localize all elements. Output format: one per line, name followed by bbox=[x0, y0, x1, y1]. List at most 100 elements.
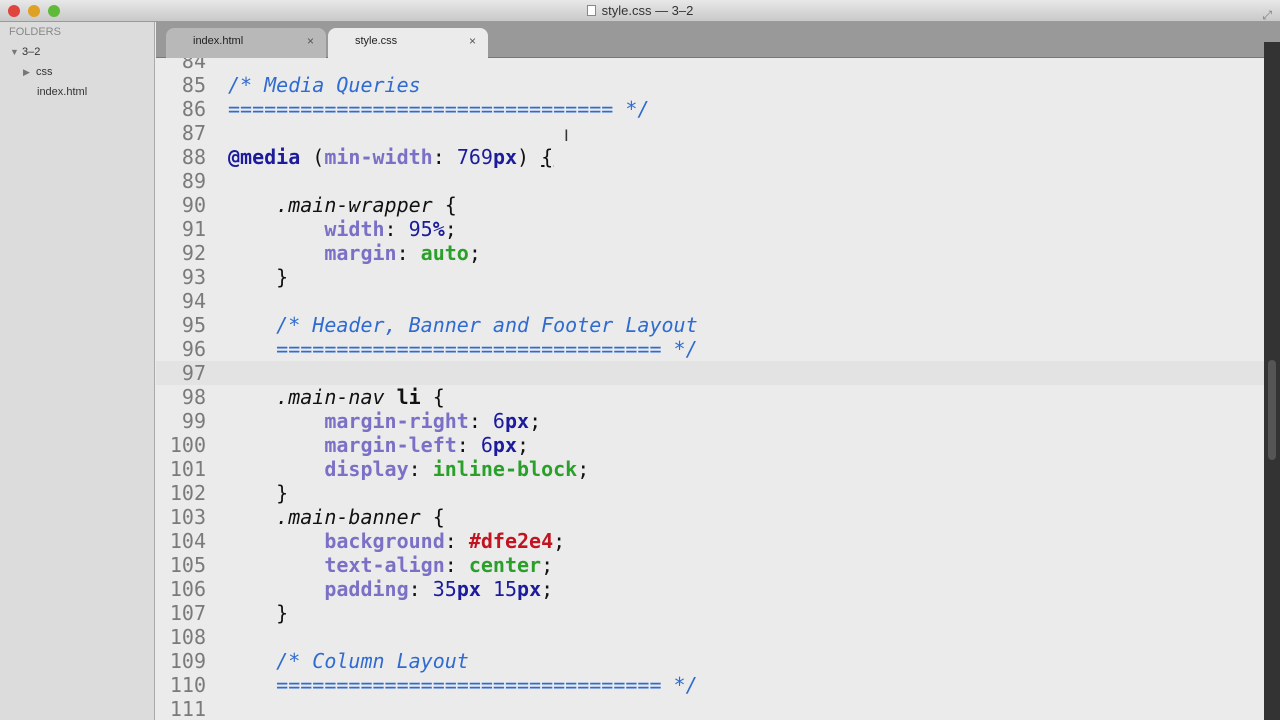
code-token: : bbox=[444, 553, 469, 577]
code-token: : bbox=[384, 217, 409, 241]
code-line[interactable]: 89 bbox=[156, 169, 1264, 193]
folder-3-2[interactable]: ▼ 3–2 bbox=[0, 42, 154, 62]
close-window-button[interactable] bbox=[8, 5, 20, 17]
code-text: margin-left: 6px; bbox=[228, 433, 529, 457]
code-line[interactable]: 104 background: #dfe2e4; bbox=[156, 529, 1264, 553]
code-line[interactable]: 99 margin-right: 6px; bbox=[156, 409, 1264, 433]
code-line[interactable]: 92 margin: auto; bbox=[156, 241, 1264, 265]
line-number: 108 bbox=[169, 625, 206, 649]
code-token: margin bbox=[324, 241, 397, 265]
code-line[interactable]: 95 /* Header, Banner and Footer Layout bbox=[156, 313, 1264, 337]
line-number: 103 bbox=[169, 505, 206, 529]
code-editor[interactable]: 84 85 /* Media Queries 86 ==================… bbox=[156, 58, 1264, 720]
code-line[interactable]: 108 bbox=[156, 625, 1264, 649]
line-number: 100 bbox=[169, 433, 206, 457]
code-text: /* Header, Banner and Footer Layout bbox=[228, 313, 697, 337]
code-token: 15 bbox=[492, 577, 518, 601]
vertical-scrollbar[interactable] bbox=[1264, 42, 1280, 720]
line-number: 105 bbox=[169, 553, 206, 577]
code-line[interactable]: 96 ================================ */ bbox=[156, 337, 1264, 361]
code-line[interactable]: 90 .main-wrapper { bbox=[156, 193, 1264, 217]
code-token: px bbox=[492, 145, 518, 169]
code-token: width bbox=[324, 217, 385, 241]
folders-header: FOLDERS bbox=[9, 26, 61, 38]
code-text: } bbox=[228, 601, 288, 625]
code-line[interactable]: 101 display: inline-block; bbox=[156, 457, 1264, 481]
code-token: { bbox=[432, 193, 457, 217]
code-line[interactable]: 97 bbox=[156, 361, 1264, 385]
code-token: display bbox=[324, 457, 409, 481]
code-token: ; bbox=[444, 217, 457, 241]
code-token: 35 bbox=[432, 577, 457, 601]
folder-css[interactable]: ▶ css bbox=[0, 62, 154, 82]
code-token: text-align bbox=[324, 553, 445, 577]
code-token: .main-banner bbox=[276, 505, 421, 529]
tab-style-css[interactable]: style.css × bbox=[328, 28, 488, 58]
code-text: margin-right: 6px; bbox=[228, 409, 541, 433]
code-token: } bbox=[228, 601, 289, 625]
code-line[interactable]: 88 @media (min-width: 769px) { bbox=[156, 145, 1264, 169]
file-index-html[interactable]: index.html bbox=[0, 82, 154, 102]
code-line[interactable]: 106 padding: 35px 15px; bbox=[156, 577, 1264, 601]
scrollbar-thumb[interactable] bbox=[1268, 360, 1276, 460]
code-token: px bbox=[492, 433, 518, 457]
code-token: } bbox=[228, 265, 289, 289]
code-line[interactable]: 86 ================================ */ bbox=[156, 97, 1264, 121]
tab-index-html[interactable]: index.html × bbox=[166, 28, 326, 58]
code-token: ; bbox=[517, 433, 530, 457]
line-number: 106 bbox=[169, 577, 206, 601]
minimize-window-button[interactable] bbox=[28, 5, 40, 17]
code-line[interactable]: 110 ================================ */ bbox=[156, 673, 1264, 697]
code-line[interactable]: 84 bbox=[156, 58, 1264, 73]
code-line[interactable]: 111 bbox=[156, 697, 1264, 720]
code-token: li bbox=[396, 385, 421, 409]
code-token: : bbox=[432, 145, 457, 169]
code-text: } bbox=[228, 481, 288, 505]
code-line[interactable]: 105 text-align: center; bbox=[156, 553, 1264, 577]
code-text: @media (min-width: 769px) { bbox=[228, 145, 553, 169]
code-line[interactable]: 85 /* Media Queries bbox=[156, 73, 1264, 97]
code-token: px bbox=[456, 577, 481, 601]
line-number: 93 bbox=[181, 265, 206, 289]
close-tab-icon[interactable]: × bbox=[307, 28, 314, 54]
code-token: padding bbox=[324, 577, 409, 601]
code-token: px bbox=[504, 409, 530, 433]
code-line[interactable]: 107 } bbox=[156, 601, 1264, 625]
collapse-arrow-icon: ▶ bbox=[23, 67, 30, 77]
code-token: ; bbox=[553, 529, 566, 553]
line-number: 98 bbox=[181, 385, 206, 409]
line-number: 102 bbox=[169, 481, 206, 505]
code-token: /* Column Layout bbox=[276, 649, 469, 673]
code-line[interactable]: 87 bbox=[156, 121, 1264, 145]
code-token: % bbox=[432, 217, 445, 241]
code-line[interactable]: 93 } bbox=[156, 265, 1264, 289]
code-token: ; bbox=[541, 553, 554, 577]
code-token: ================================ */ bbox=[276, 337, 698, 361]
title-bar: style.css — 3–2 ⤢ bbox=[0, 0, 1280, 22]
code-text: .main-banner { bbox=[228, 505, 445, 529]
code-token: background bbox=[324, 529, 445, 553]
code-line[interactable]: 94 bbox=[156, 289, 1264, 313]
code-text: background: #dfe2e4; bbox=[228, 529, 565, 553]
code-line[interactable]: 102 } bbox=[156, 481, 1264, 505]
close-tab-icon[interactable]: × bbox=[469, 28, 476, 54]
code-token: : bbox=[456, 433, 481, 457]
folder-label: css bbox=[36, 66, 53, 78]
code-token: 769 bbox=[456, 145, 493, 169]
code-text: ================================ */ bbox=[228, 673, 697, 697]
code-token: margin-right bbox=[324, 409, 469, 433]
code-line[interactable]: 103 .main-banner { bbox=[156, 505, 1264, 529]
zoom-window-button[interactable] bbox=[48, 5, 60, 17]
code-line[interactable]: 91 width: 95%; bbox=[156, 217, 1264, 241]
code-line[interactable]: 100 margin-left: 6px; bbox=[156, 433, 1264, 457]
text-cursor-icon: I bbox=[564, 126, 569, 145]
line-number: 89 bbox=[181, 169, 206, 193]
code-line[interactable]: 98 .main-nav li { bbox=[156, 385, 1264, 409]
document-icon bbox=[586, 5, 596, 16]
code-line[interactable]: 109 /* Column Layout bbox=[156, 649, 1264, 673]
